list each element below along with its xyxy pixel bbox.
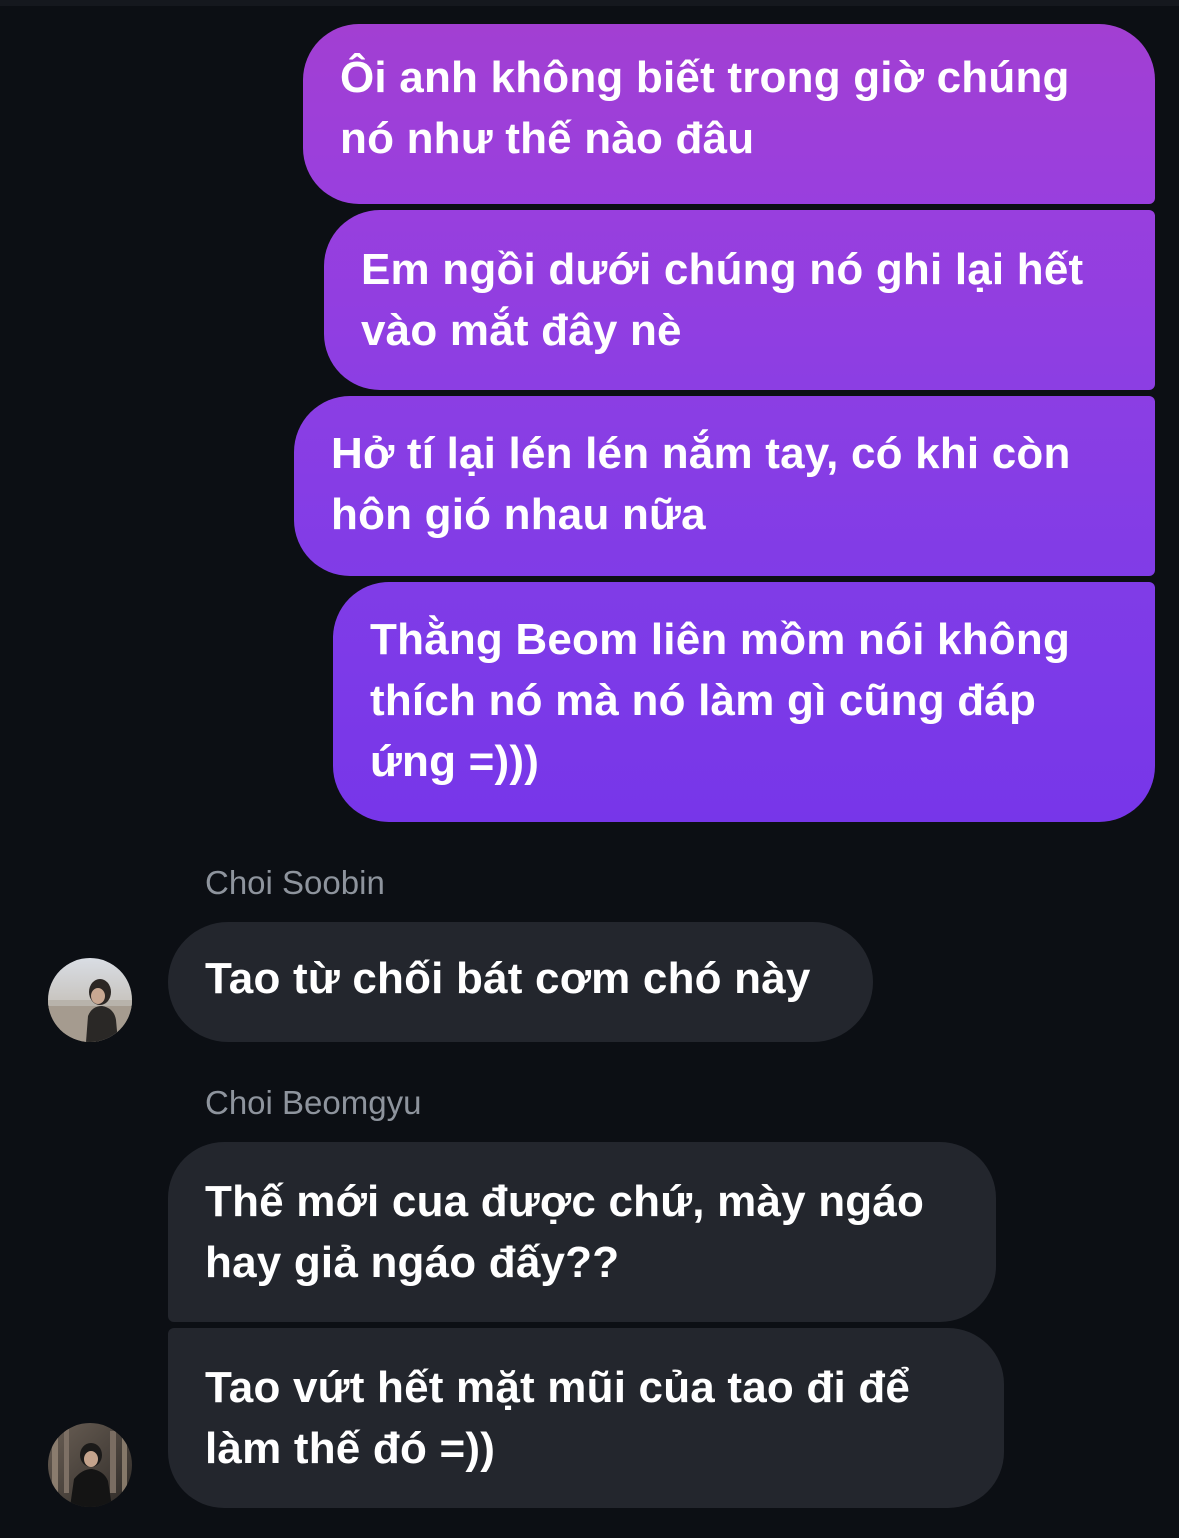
outgoing-message[interactable]: Thằng Beom liên mồm nói không thích nó m… (333, 582, 1155, 822)
top-divider (0, 0, 1179, 6)
outgoing-message[interactable]: Em ngồi dưới chúng nó ghi lại hết vào mắ… (324, 210, 1155, 390)
sender-name: Choi Beomgyu (205, 1084, 422, 1121)
user-avatar-photo-icon (48, 958, 132, 1042)
incoming-message[interactable]: Thế mới cua được chứ, mày ngáo hay giả n… (168, 1142, 996, 1322)
avatar[interactable] (48, 1423, 132, 1507)
incoming-message[interactable]: Tao từ chối bát cơm chó này (168, 922, 873, 1042)
avatar[interactable] (48, 958, 132, 1042)
outgoing-message[interactable]: Ôi anh không biết trong giờ chúng nó như… (303, 24, 1155, 204)
outgoing-message[interactable]: Hở tí lại lén lén nắm tay, có khi còn hô… (294, 396, 1155, 576)
incoming-message[interactable]: Tao vứt hết mặt mũi của tao đi để làm th… (168, 1328, 1004, 1508)
user-avatar-photo-icon (48, 1423, 132, 1507)
sender-name: Choi Soobin (205, 864, 385, 901)
